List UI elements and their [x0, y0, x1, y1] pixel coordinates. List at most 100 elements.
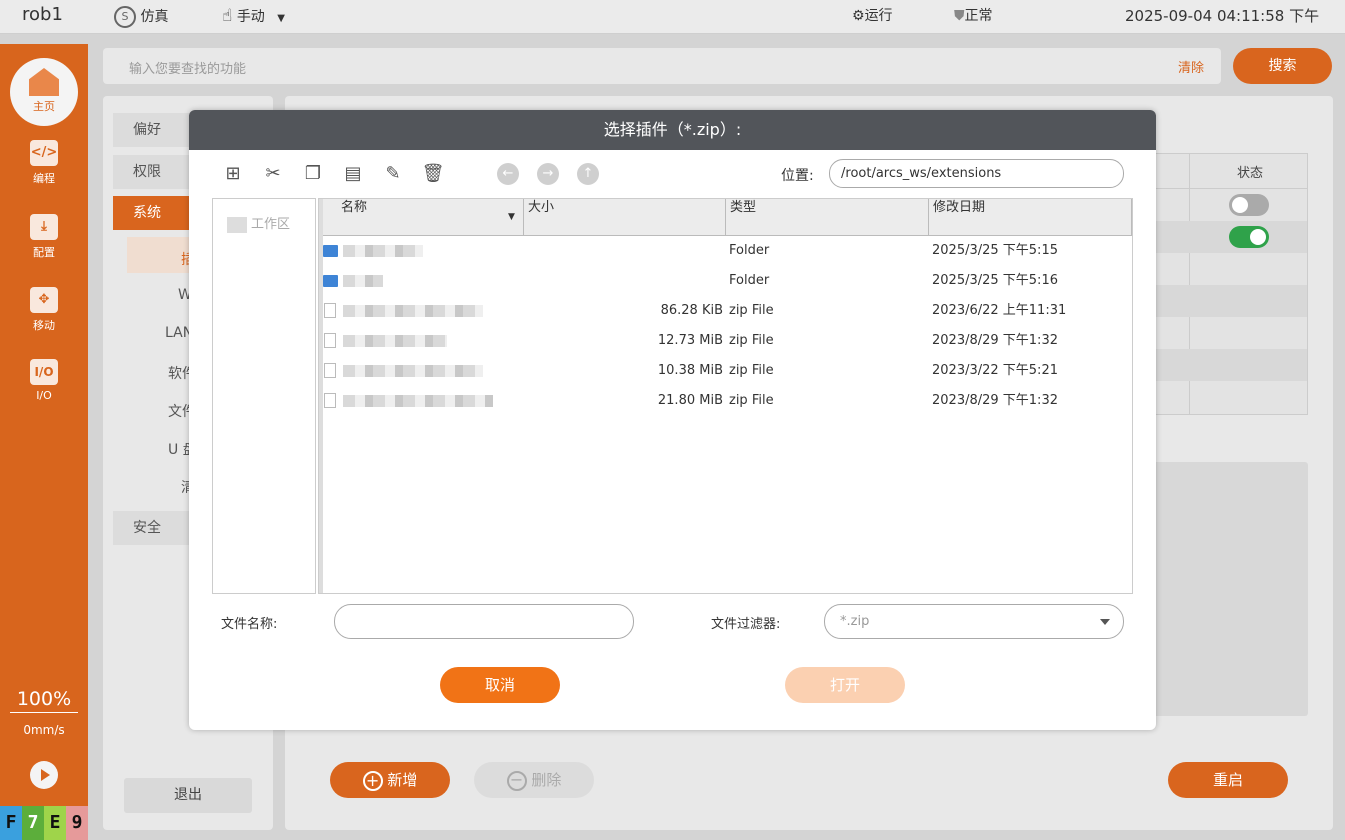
simulation-icon: S	[114, 6, 136, 28]
move-icon: ✥	[30, 287, 58, 313]
file-type: Folder	[729, 243, 770, 258]
filter-value: *.zip	[840, 614, 870, 629]
file-date: 2023/6/22 上午11:31	[932, 303, 1067, 318]
cut-icon[interactable]: ✂	[261, 162, 285, 186]
redacted-name	[343, 335, 447, 347]
sidebar-item-label: 工作区	[251, 217, 291, 232]
run-indicator: ⚙运行	[852, 6, 893, 26]
file-type: zip File	[729, 303, 774, 318]
folder-icon	[323, 245, 338, 257]
file-size: 10.38 MiB	[657, 363, 723, 378]
file-type: zip File	[729, 333, 774, 348]
sidebar-item-workspace[interactable]: 工作区	[227, 213, 290, 233]
add-button[interactable]: + 新增	[330, 762, 450, 798]
redacted-name	[343, 245, 423, 257]
file-icon	[324, 363, 336, 378]
fkey-f[interactable]: F	[0, 806, 22, 840]
location-input[interactable]: /root/arcs_ws/extensions	[829, 159, 1124, 188]
home-button[interactable]: 主页	[10, 58, 78, 126]
rail-item-io[interactable]: I/O I/O	[0, 359, 88, 402]
detail-area	[1150, 462, 1308, 716]
mode-dropdown[interactable]: ☝ 手动 ▼	[222, 6, 285, 29]
datetime: 2025-09-04 04:11:58 下午	[1125, 7, 1320, 25]
copy-icon[interactable]: ❐	[301, 162, 325, 186]
forward-icon[interactable]: →	[537, 163, 559, 185]
filename-label: 文件名称:	[221, 617, 278, 632]
file-list: 名称 ▼ 大小 类型 修改日期 Folder 2025/3/25 下午5:15 F…	[318, 198, 1133, 594]
rail-item-label: 移动	[33, 319, 55, 332]
file-date: 2023/8/29 下午1:32	[932, 333, 1058, 348]
file-row[interactable]: 86.28 KiB zip File 2023/6/22 上午11:31	[319, 296, 1132, 326]
rail-item-label: 配置	[33, 246, 55, 259]
redacted-name	[343, 305, 483, 317]
file-type: zip File	[729, 393, 774, 408]
file-date: 2023/8/29 下午1:32	[932, 393, 1058, 408]
search-bar[interactable]: 输入您要查找的功能 清除	[103, 48, 1221, 84]
file-row[interactable]: 12.73 MiB zip File 2023/8/29 下午1:32	[319, 326, 1132, 356]
column-header-size[interactable]: 大小	[524, 199, 726, 236]
redacted-name	[343, 395, 493, 407]
file-size: 21.80 MiB	[657, 393, 723, 408]
logout-button[interactable]: 退出	[124, 778, 252, 813]
search-input[interactable]: 输入您要查找的功能	[129, 58, 246, 77]
file-row[interactable]: Folder 2025/3/25 下午5:15	[319, 236, 1132, 266]
file-size: 12.73 MiB	[657, 333, 723, 348]
download-icon: ⤓	[30, 214, 58, 240]
home-label: 主页	[33, 100, 55, 113]
io-icon: I/O	[30, 359, 58, 385]
paste-icon[interactable]: ▤	[341, 162, 365, 186]
simulation-indicator[interactable]: S 仿真	[114, 6, 168, 28]
redacted-name	[343, 275, 383, 287]
top-bar: rob1 S 仿真 ☝ 手动 ▼ ⚙运行 ⛊正常 2025-09-04 04:1…	[0, 0, 1345, 34]
divider	[10, 712, 78, 713]
dialog-title: 选择插件（*.zip）:	[189, 110, 1156, 150]
simulation-label: 仿真	[140, 9, 169, 25]
clear-button[interactable]: 清除	[1178, 57, 1204, 76]
delete-button[interactable]: − 删除	[474, 762, 594, 798]
chevron-down-icon: ▼	[277, 13, 285, 24]
play-icon[interactable]	[30, 761, 58, 789]
fkey-7[interactable]: 7	[22, 806, 44, 840]
rail-item-programming[interactable]: </> 编程	[0, 140, 88, 186]
rename-icon[interactable]: ✎	[381, 162, 405, 186]
file-type: zip File	[729, 363, 774, 378]
filename-input[interactable]	[334, 604, 634, 639]
file-date: 2025/3/25 下午5:16	[932, 273, 1058, 288]
plus-icon: +	[362, 770, 383, 791]
status-indicator: ⛊正常	[954, 6, 993, 26]
status-column-header: 状态	[1237, 166, 1264, 181]
new-folder-icon[interactable]: ⊞	[221, 162, 245, 186]
add-label: 新增	[387, 771, 418, 789]
file-row[interactable]: 21.80 MiB zip File 2023/8/29 下午1:32	[319, 386, 1132, 416]
plugin-table: 状态	[1150, 153, 1308, 415]
speed-percent[interactable]: 100%	[0, 688, 88, 710]
speed-value: 0mm/s	[23, 723, 65, 737]
up-icon[interactable]: ↑	[577, 163, 599, 185]
fkey-9[interactable]: 9	[66, 806, 88, 840]
file-row[interactable]: 10.38 MiB zip File 2023/3/22 下午5:21	[319, 356, 1132, 386]
chevron-down-icon	[1100, 619, 1110, 625]
rail-item-label: I/O	[36, 389, 52, 402]
column-header-type[interactable]: 类型	[726, 199, 929, 236]
back-icon[interactable]: ←	[497, 163, 519, 185]
restart-button[interactable]: 重启	[1168, 762, 1288, 798]
file-row[interactable]: Folder 2025/3/25 下午5:16	[319, 266, 1132, 296]
shield-icon: ⛊	[954, 8, 965, 24]
open-button[interactable]: 打开	[785, 667, 905, 703]
file-icon	[324, 393, 336, 408]
fkey-e[interactable]: E	[44, 806, 66, 840]
column-header-date[interactable]: 修改日期	[929, 199, 1132, 236]
rail-item-move[interactable]: ✥ 移动	[0, 287, 88, 333]
rail-item-config[interactable]: ⤓ 配置	[0, 214, 88, 260]
mode-label: 手动	[236, 9, 265, 25]
column-header-name[interactable]: 名称 ▼	[323, 199, 524, 236]
search-button[interactable]: 搜索	[1233, 48, 1332, 84]
filter-select[interactable]: *.zip	[824, 604, 1124, 639]
file-size: 86.28 KiB	[660, 303, 723, 318]
file-icon	[324, 333, 336, 348]
delete-icon[interactable]: 🗑	[421, 162, 445, 186]
cancel-button[interactable]: 取消	[440, 667, 560, 703]
status-toggle-on[interactable]	[1229, 226, 1269, 248]
run-label: 运行	[864, 8, 893, 24]
status-toggle-off[interactable]	[1229, 194, 1269, 216]
